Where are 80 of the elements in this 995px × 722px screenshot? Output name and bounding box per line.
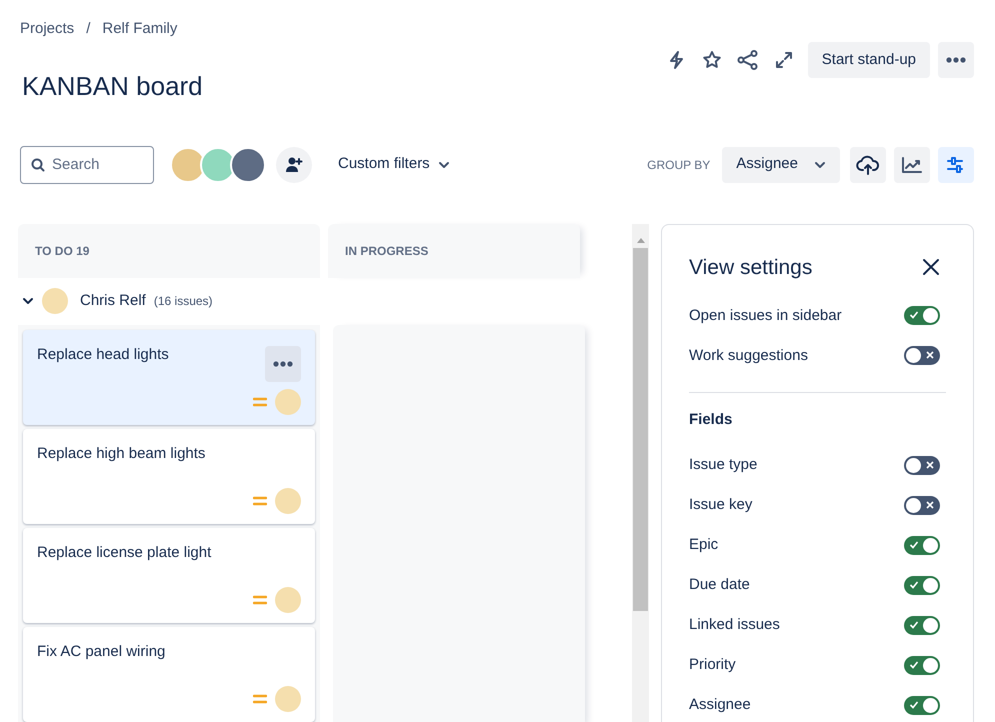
setting-label: Assignee <box>689 695 751 716</box>
issue-card[interactable]: Replace license plate light <box>23 528 315 623</box>
star-icon <box>702 50 722 70</box>
toggle-switch[interactable] <box>904 306 940 326</box>
start-standup-button[interactable]: Start stand-up <box>808 42 930 78</box>
card-title: Fix AC panel wiring <box>37 642 166 662</box>
check-icon <box>909 540 919 550</box>
card-title: Replace high beam lights <box>37 444 206 464</box>
toggle-switch[interactable] <box>904 576 940 595</box>
assignee-avatar <box>275 488 301 514</box>
check-icon <box>909 580 919 590</box>
close-button[interactable] <box>922 258 940 276</box>
setting-label: Issue type <box>689 455 758 476</box>
card-title: Replace license plate light <box>37 542 212 563</box>
search-icon <box>31 158 45 172</box>
check-icon <box>909 700 919 710</box>
breadcrumb-link[interactable]: Projects <box>20 18 74 40</box>
check-icon <box>909 620 919 630</box>
cross-icon <box>925 500 935 510</box>
insights-button[interactable] <box>894 146 930 183</box>
issue-count: (16 issues) <box>154 293 213 310</box>
cross-icon <box>925 350 935 360</box>
medium-priority-icon <box>253 694 267 704</box>
toggle-switch[interactable] <box>904 346 940 366</box>
toggle-switch[interactable] <box>904 496 940 515</box>
cloud-upload-icon <box>856 154 880 176</box>
breadcrumb-separator: / <box>85 19 92 39</box>
scrollbar[interactable] <box>632 224 649 722</box>
issue-card[interactable]: Replace head lights <box>23 330 315 425</box>
assignee-avatar <box>275 586 301 613</box>
view-settings-button[interactable] <box>938 146 974 183</box>
close-icon <box>922 258 940 276</box>
share-icon <box>736 50 759 70</box>
group-by-dropdown[interactable]: Assignee <box>722 146 840 183</box>
expand-icon <box>774 50 794 70</box>
chevron-down-icon <box>814 160 826 169</box>
cross-icon <box>925 460 935 470</box>
add-person-icon <box>284 156 304 174</box>
issue-card[interactable]: Fix AC panel wiring <box>23 626 315 722</box>
card-menu-button[interactable] <box>265 346 301 382</box>
issue-card[interactable]: Replace high beam lights <box>23 428 315 524</box>
chevron-down-icon <box>438 160 450 169</box>
setting-label: Linked issues <box>689 615 780 636</box>
setting-label: Open issues in sidebar <box>689 306 842 326</box>
medium-priority-icon <box>253 496 267 506</box>
assignee-avatar <box>275 388 301 415</box>
release-button[interactable] <box>850 146 886 183</box>
check-icon <box>909 310 919 320</box>
more-icon <box>273 360 293 367</box>
more-icon <box>946 57 966 63</box>
column-header: IN PROGRESS <box>328 224 580 278</box>
setting-label: Work suggestions <box>689 346 808 366</box>
card-title: Replace head lights <box>37 344 169 365</box>
medium-priority-icon <box>253 594 267 605</box>
add-people-button[interactable] <box>276 146 312 183</box>
scroll-up-icon <box>636 236 646 244</box>
more-button[interactable] <box>938 42 974 78</box>
custom-filters-button[interactable]: Custom filters <box>324 146 464 183</box>
check-icon <box>909 660 919 670</box>
swimlane-name: Chris Relf <box>80 290 146 311</box>
setting-label: Epic <box>689 535 718 556</box>
search-field[interactable]: Search <box>20 146 154 184</box>
toggle-switch[interactable] <box>904 536 940 555</box>
column-header: TO DO 19 <box>18 224 320 278</box>
setting-label: Due date <box>689 575 750 596</box>
toggle-switch[interactable] <box>904 456 940 475</box>
assignee-avatar <box>42 288 68 314</box>
group-by-label: GROUP BY <box>647 156 710 174</box>
setting-label: Issue key <box>689 495 752 516</box>
toggle-switch[interactable] <box>904 696 940 715</box>
panel-title: View settings <box>689 254 812 280</box>
section-heading: Fields <box>689 410 734 430</box>
trend-chart-icon <box>900 154 924 175</box>
breadcrumb-link[interactable]: Relf Family <box>102 18 178 40</box>
setting-label: Priority <box>689 655 736 676</box>
toggle-switch[interactable] <box>904 616 940 635</box>
toggle-switch[interactable] <box>904 656 940 675</box>
assignee-avatar <box>275 686 301 712</box>
medium-priority-icon <box>253 396 267 407</box>
page-title: KANBAN board <box>22 70 203 102</box>
